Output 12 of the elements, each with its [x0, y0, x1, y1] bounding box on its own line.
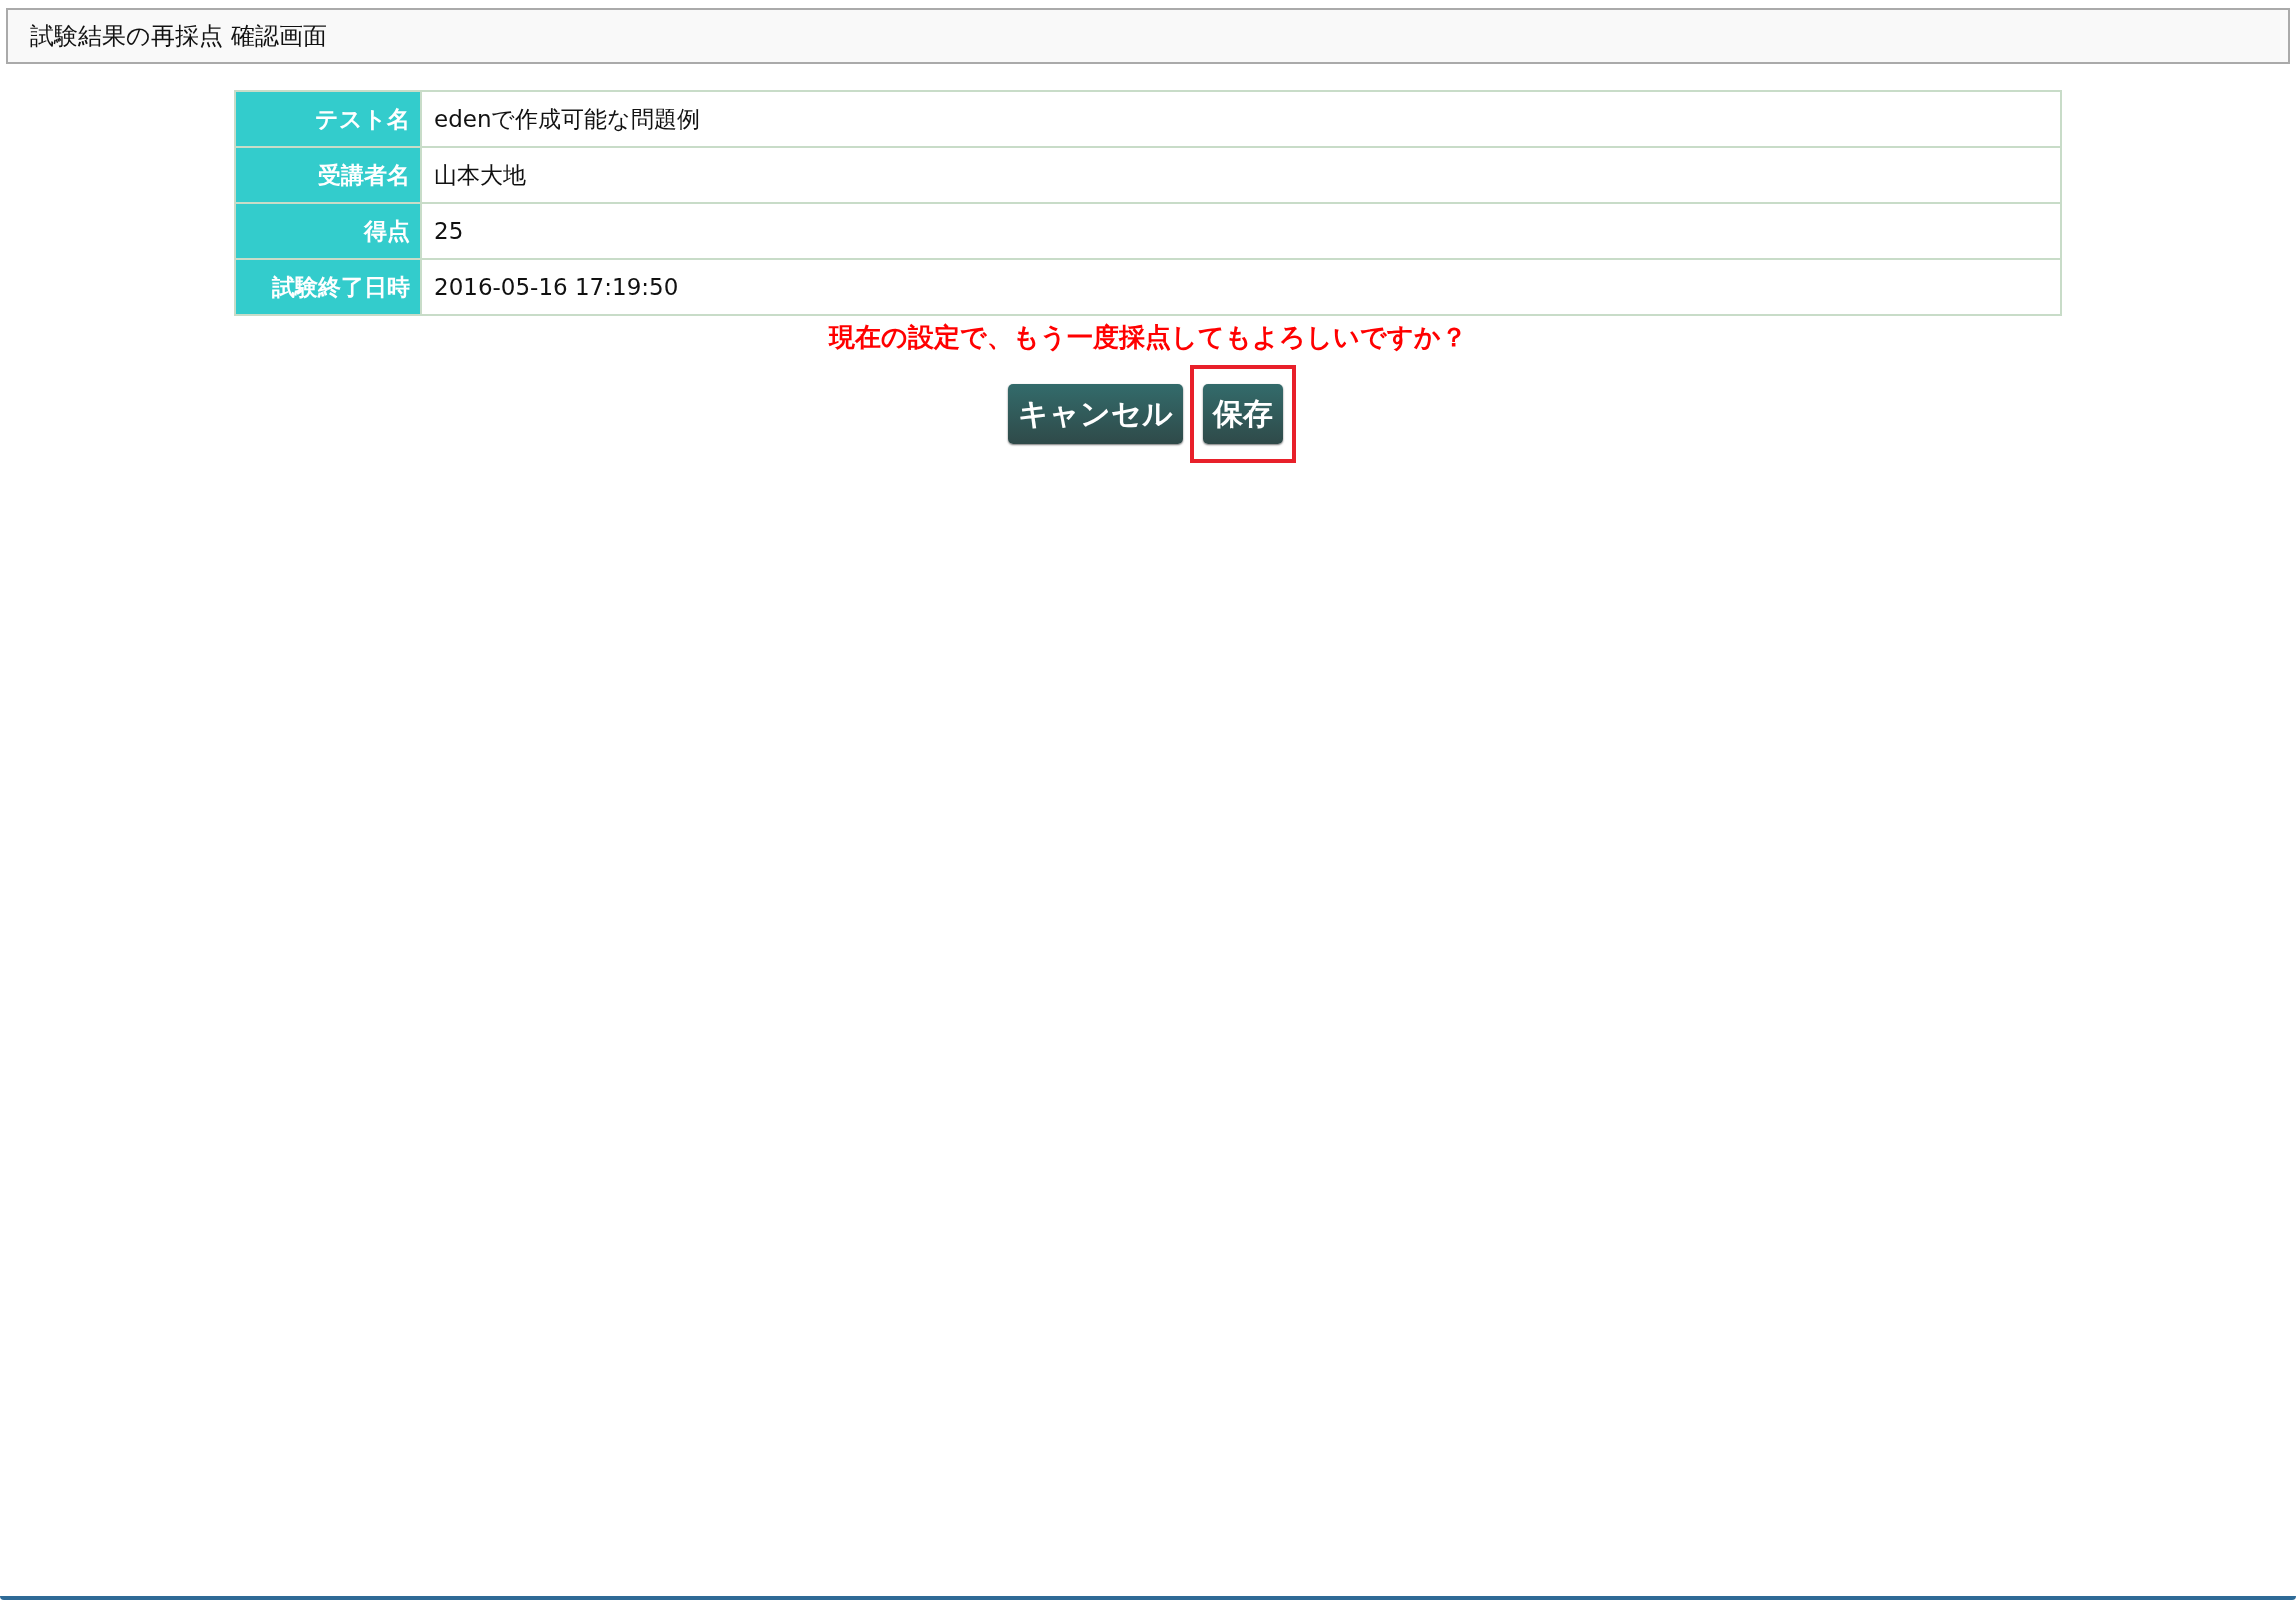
field-value: edenで作成可能な問題例: [421, 91, 2061, 147]
field-value: 2016-05-16 17:19:50: [421, 259, 2061, 315]
action-button[interactable]: 保存: [1202, 384, 1283, 444]
field-value: 山本大地: [421, 147, 2061, 203]
action-button[interactable]: キャンセル: [1007, 384, 1183, 444]
field-label: テスト名: [235, 91, 421, 147]
field-label: 得点: [235, 203, 421, 259]
confirmation-message: 現在の設定で、もう一度採点してもよろしいですか？: [829, 322, 1467, 352]
field-value: 25: [421, 203, 2061, 259]
field-label: 試験終了日時: [235, 259, 421, 315]
page-title: 試験結果の再採点 確認画面: [30, 21, 327, 52]
field-label: 受講者名: [235, 147, 421, 203]
